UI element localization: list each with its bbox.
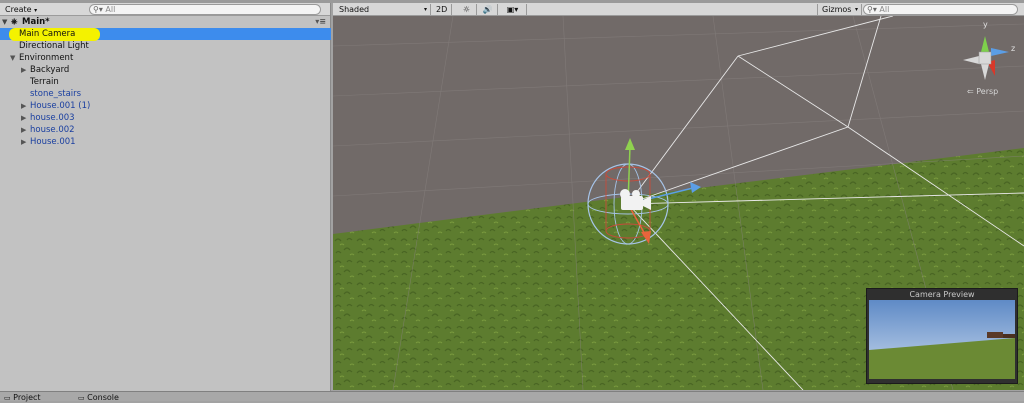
tree-item-label: House.001 (1) xyxy=(30,101,91,111)
search-icon: ⚲▾ xyxy=(93,5,103,14)
tree-item-stone-stairs[interactable]: stone_stairs xyxy=(0,88,331,100)
scene-search-input[interactable]: ⚲▾ All xyxy=(863,4,1018,15)
tree-item-main-camera[interactable]: Main Camera xyxy=(0,28,331,41)
search-icon: ⚲▾ xyxy=(867,5,877,14)
foldout-expanded-icon: ▼ xyxy=(2,18,8,26)
tree-item-terrain[interactable]: Terrain xyxy=(0,76,331,88)
gizmos-label: Gizmos xyxy=(822,5,852,14)
unity-scene-icon: ⎈ xyxy=(11,17,18,26)
tree-item-label: Main Camera xyxy=(19,29,76,39)
dropdown-arrow-icon: ▾ xyxy=(423,6,427,13)
sun-icon: ☼ xyxy=(462,5,471,14)
foldout-collapsed-icon[interactable]: ▶ xyxy=(21,64,26,76)
tree-item-house-001[interactable]: ▶ House.001 xyxy=(0,136,331,148)
hierarchy-toolbar: Create ▾ ⚲▾ All xyxy=(0,3,330,16)
2d-label: 2D xyxy=(436,5,448,14)
scene-toolbar: Shaded ▾ 2D ☼ 🔊 ▣▾ Gizmos ▾ ⚲▾ All xyxy=(333,3,1024,16)
bottom-tab-bar: ▭ Project ▭ Console xyxy=(0,391,1024,402)
axis-y-label: y xyxy=(983,20,988,29)
tree-item-directional-light[interactable]: Directional Light xyxy=(0,40,331,52)
hierarchy-tree: Main Camera Directional Light ▼ Environm… xyxy=(0,28,331,328)
image-icon: ▣▾ xyxy=(506,5,519,14)
foldout-collapsed-icon[interactable]: ▶ xyxy=(21,100,26,112)
effects-dropdown-button[interactable]: ▣▾ xyxy=(499,4,527,15)
dropdown-arrow-icon: ▾ xyxy=(854,6,858,13)
scene-name: Main* xyxy=(22,17,50,27)
speaker-icon: 🔊 xyxy=(482,5,493,14)
tree-item-label: Backyard xyxy=(30,65,70,75)
tree-item-label: house.003 xyxy=(30,113,75,123)
persp-icon: ⇐ xyxy=(967,87,974,96)
audio-toggle-button[interactable]: 🔊 xyxy=(478,4,498,15)
camera-preview-image xyxy=(869,300,1015,379)
tree-item-label: house.002 xyxy=(30,125,75,135)
camera-preview-panel: Camera Preview xyxy=(866,288,1018,384)
hierarchy-panel: Create ▾ ⚲▾ All ▼ ⎈ Main* ▾≡ Main Camera… xyxy=(0,3,331,391)
scene-menu-icon[interactable]: ▾≡ xyxy=(315,16,326,28)
hierarchy-search-input[interactable]: ⚲▾ All xyxy=(89,4,321,15)
dropdown-arrow-icon: ▾ xyxy=(34,7,38,14)
shading-mode-dropdown[interactable]: Shaded ▾ xyxy=(335,4,431,15)
tree-item-label: stone_stairs xyxy=(30,89,82,99)
2d-toggle-button[interactable]: 2D xyxy=(432,4,452,15)
shading-mode-label: Shaded xyxy=(339,5,370,14)
foldout-collapsed-icon[interactable]: ▶ xyxy=(21,136,26,148)
persp-label-button[interactable]: ⇐ Persp xyxy=(967,87,998,96)
foldout-collapsed-icon[interactable]: ▶ xyxy=(21,112,26,124)
hierarchy-search-placeholder: All xyxy=(105,5,116,14)
tree-item-label: Directional Light xyxy=(19,41,89,51)
tree-item-house-002[interactable]: ▶ house.002 xyxy=(0,124,331,136)
tree-item-label: House.001 xyxy=(30,137,76,147)
persp-label: Persp xyxy=(976,87,999,96)
create-label: Create xyxy=(5,5,32,14)
scene-search-placeholder: All xyxy=(879,5,890,14)
axis-z-label: z xyxy=(1011,44,1016,53)
tree-item-label: Environment xyxy=(19,53,74,63)
tree-item-environment[interactable]: ▼ Environment xyxy=(0,52,331,64)
camera-preview-title: Camera Preview xyxy=(909,290,975,299)
lighting-toggle-button[interactable]: ☼ xyxy=(457,4,477,15)
create-button[interactable]: Create ▾ xyxy=(2,4,40,15)
foldout-expanded-icon[interactable]: ▼ xyxy=(10,52,15,64)
tree-item-label: Terrain xyxy=(30,77,59,87)
gizmos-dropdown[interactable]: Gizmos ▾ xyxy=(817,4,862,15)
tree-item-house-003[interactable]: ▶ house.003 xyxy=(0,112,331,124)
foldout-collapsed-icon[interactable]: ▶ xyxy=(21,124,26,136)
tree-item-house-001-1[interactable]: ▶ House.001 (1) xyxy=(0,100,331,112)
tree-item-backyard[interactable]: ▶ Backyard xyxy=(0,64,331,76)
scene-root-row[interactable]: ▼ ⎈ Main* ▾≡ xyxy=(0,16,330,28)
